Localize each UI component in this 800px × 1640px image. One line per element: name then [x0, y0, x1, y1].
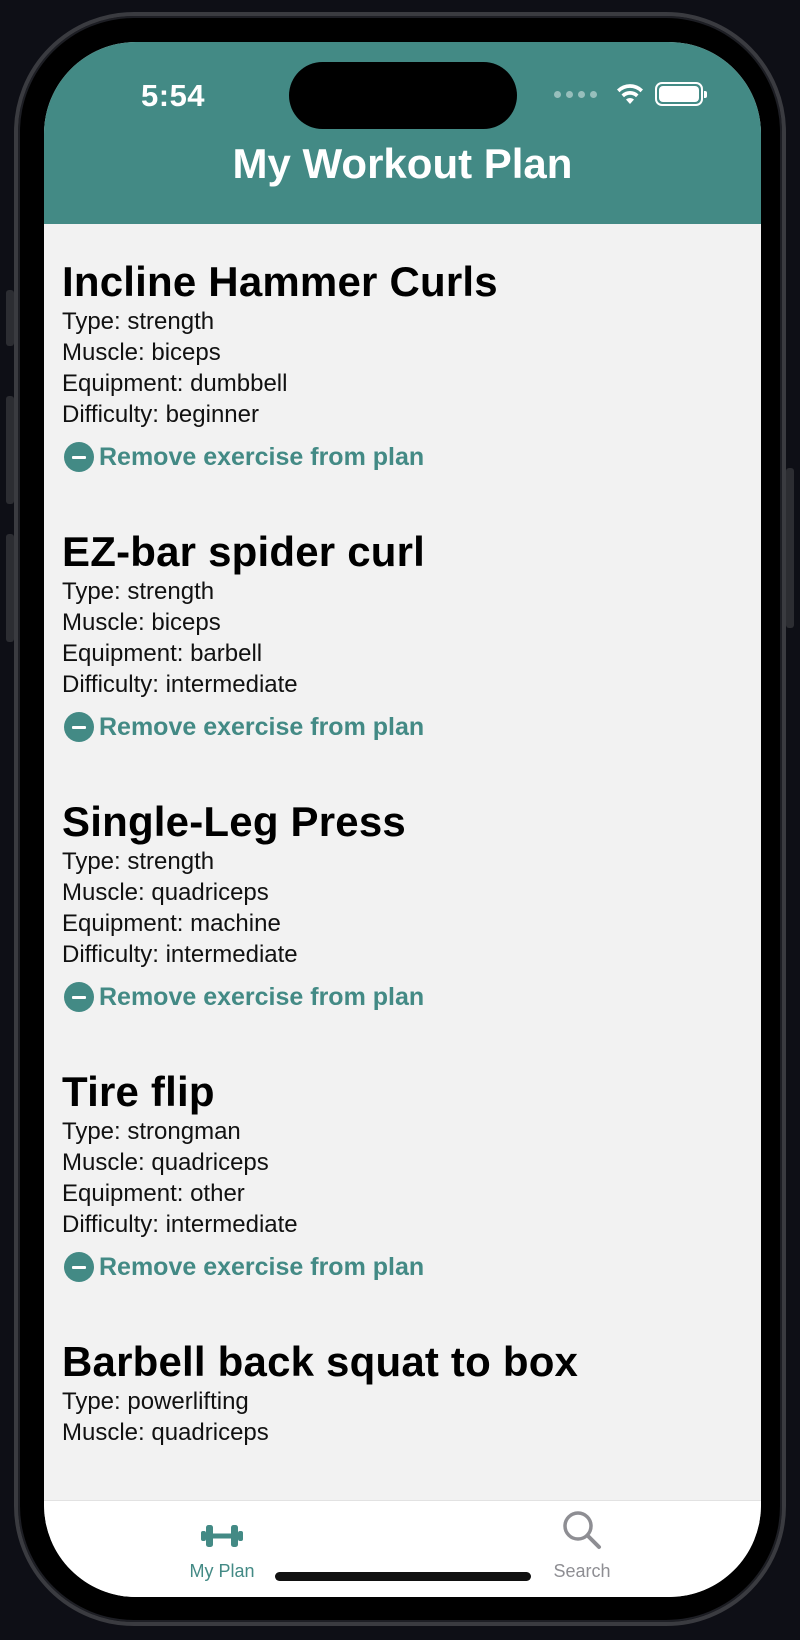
volume-down-button	[6, 534, 14, 642]
minus-circle-icon	[64, 442, 94, 472]
exercise-card: Incline Hammer Curls Type: strength Musc…	[62, 258, 722, 472]
signal-icon	[554, 90, 597, 98]
dynamic-island	[289, 62, 517, 129]
exercise-difficulty: Difficulty: beginner	[62, 401, 259, 428]
mute-switch	[6, 290, 14, 346]
exercise-card: Single-Leg Press Type: strength Muscle: …	[62, 798, 722, 1012]
remove-exercise-button[interactable]: Remove exercise from plan	[62, 442, 722, 472]
exercise-name: Barbell back squat to box	[62, 1338, 579, 1385]
tab-bar: My Plan Search	[44, 1500, 761, 1597]
exercise-card: Barbell back squat to box Type: powerlif…	[62, 1338, 722, 1448]
nav-header: 5:54 My Workout Plan	[44, 42, 761, 224]
exercise-type: Type: strength	[62, 578, 215, 605]
remove-exercise-button[interactable]: Remove exercise from plan	[62, 1252, 722, 1282]
minus-circle-icon	[64, 1252, 94, 1282]
exercise-name: Incline Hammer Curls	[62, 258, 498, 305]
remove-label: Remove exercise from plan	[99, 442, 425, 471]
volume-up-button	[6, 396, 14, 504]
exercise-list[interactable]: Incline Hammer Curls Type: strength Musc…	[44, 224, 761, 1500]
exercise-type: Type: powerlifting	[62, 1388, 249, 1415]
remove-exercise-button[interactable]: Remove exercise from plan	[62, 982, 722, 1012]
tab-my-plan[interactable]: My Plan	[122, 1501, 322, 1597]
remove-label: Remove exercise from plan	[99, 712, 425, 741]
exercise-muscle: Muscle: quadriceps	[62, 1149, 269, 1176]
exercise-name: EZ-bar spider curl	[62, 528, 426, 575]
exercise-equipment: Equipment: dumbbell	[62, 370, 288, 397]
minus-circle-icon	[64, 982, 94, 1012]
status-icons	[554, 82, 707, 106]
exercise-name: Tire flip	[62, 1068, 215, 1115]
wifi-icon	[617, 84, 643, 104]
exercise-difficulty: Difficulty: intermediate	[62, 941, 298, 968]
exercise-equipment: Equipment: machine	[62, 910, 281, 937]
exercise-muscle: Muscle: biceps	[62, 339, 221, 366]
remove-label: Remove exercise from plan	[99, 1252, 425, 1281]
exercise-type: Type: strength	[62, 848, 215, 875]
exercise-muscle: Muscle: biceps	[62, 609, 221, 636]
remove-exercise-button[interactable]: Remove exercise from plan	[62, 712, 722, 742]
remove-label: Remove exercise from plan	[99, 982, 425, 1011]
screen: 5:54 My Workout Plan Incline Hammer Curl…	[44, 42, 761, 1597]
status-time: 5:54	[141, 78, 206, 113]
exercise-type: Type: strength	[62, 308, 215, 335]
dumbbell-icon	[201, 1525, 243, 1547]
power-button	[786, 468, 794, 628]
exercise-difficulty: Difficulty: intermediate	[62, 1211, 298, 1238]
tab-search[interactable]: Search	[482, 1501, 682, 1597]
exercise-card: EZ-bar spider curl Type: strength Muscle…	[62, 528, 722, 742]
exercise-muscle: Muscle: quadriceps	[62, 879, 269, 906]
exercise-card: Tire flip Type: strongman Muscle: quadri…	[62, 1068, 722, 1282]
exercise-difficulty: Difficulty: intermediate	[62, 671, 298, 698]
page-title: My Workout Plan	[232, 140, 573, 187]
exercise-muscle: Muscle: quadriceps	[62, 1419, 269, 1446]
exercise-equipment: Equipment: other	[62, 1180, 245, 1207]
exercise-name: Single-Leg Press	[62, 798, 406, 845]
search-icon	[563, 1511, 601, 1549]
home-indicator	[275, 1572, 531, 1581]
exercise-type: Type: strongman	[62, 1118, 241, 1145]
battery-icon	[655, 82, 707, 106]
exercise-equipment: Equipment: barbell	[62, 640, 263, 667]
minus-circle-icon	[64, 712, 94, 742]
